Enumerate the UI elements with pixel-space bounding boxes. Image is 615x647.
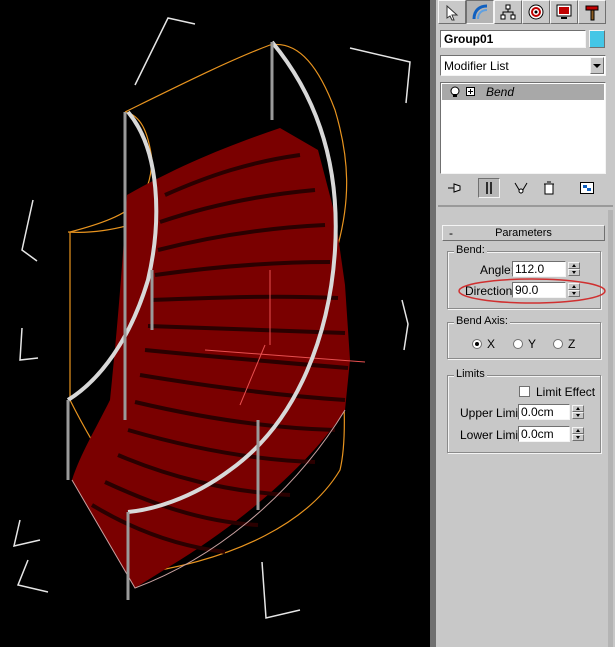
remove-modifier-button[interactable]: [538, 178, 560, 198]
spiral-staircase-scene: [12, 17, 411, 619]
limit-effect-checkbox[interactable]: [519, 386, 530, 397]
stack-item-bend[interactable]: Bend: [442, 84, 604, 100]
object-color-swatch[interactable]: [589, 30, 605, 48]
display-tab[interactable]: [550, 0, 578, 24]
end-result-icon: [486, 182, 492, 194]
limit-effect-label: Limit Effect: [536, 385, 596, 399]
angle-input[interactable]: 112.0: [512, 261, 566, 277]
make-unique-button[interactable]: [510, 178, 532, 198]
axis-x-label: X: [487, 337, 496, 351]
command-panel: Group01 Modifier List Bend - Parameters …: [436, 0, 615, 647]
command-panel-tabs: [436, 0, 615, 25]
show-end-result-button[interactable]: [478, 178, 500, 198]
bend-group-label: Bend:: [454, 244, 487, 256]
panel-scrollbar[interactable]: [608, 210, 613, 647]
axis-z-label: Z: [568, 337, 576, 351]
stack-item-label: Bend: [486, 85, 515, 99]
axis-x-radio[interactable]: [472, 339, 482, 349]
chevron-down-icon: [593, 64, 601, 68]
divider: [438, 205, 613, 207]
modifier-list-label: Modifier List: [444, 59, 509, 73]
upper-limit-input[interactable]: 0.0cm: [518, 404, 570, 420]
trash-icon: [544, 181, 554, 195]
parameters-rollout-header[interactable]: - Parameters: [442, 225, 605, 241]
upper-limit-spinner[interactable]: [572, 405, 584, 419]
configure-modifier-sets-button[interactable]: [576, 178, 598, 198]
utilities-tab[interactable]: [578, 0, 606, 24]
lower-limit-input[interactable]: 0.0cm: [518, 426, 570, 442]
create-tab[interactable]: [438, 0, 466, 24]
lower-limit-label: Lower Limit:: [460, 428, 525, 442]
motion-tab[interactable]: [522, 0, 550, 24]
lightbulb-icon[interactable]: [449, 86, 461, 98]
modifier-stack[interactable]: Bend: [440, 82, 606, 174]
axis-z-radio[interactable]: [553, 339, 563, 349]
pin-stack-button[interactable]: [444, 178, 466, 198]
hierarchy-icon: [500, 4, 516, 20]
limits-group-label: Limits: [454, 368, 487, 380]
modify-tab[interactable]: [466, 0, 494, 24]
expand-plus-icon[interactable]: [466, 87, 475, 96]
modifier-list-dropdown[interactable]: Modifier List: [440, 55, 606, 76]
bend-axis-group: Bend Axis:: [447, 315, 601, 359]
axis-y-label: Y: [528, 337, 537, 351]
modify-icon: [472, 4, 488, 20]
rollout-title: Parameters: [495, 227, 552, 239]
hierarchy-tab[interactable]: [494, 0, 522, 24]
angle-label: Angle:: [480, 263, 515, 277]
viewport-perspective[interactable]: [0, 0, 430, 647]
pin-icon: [448, 183, 461, 193]
create-icon: [446, 4, 459, 21]
make-unique-icon: [514, 182, 528, 194]
axis-y-radio[interactable]: [513, 339, 523, 349]
angle-spinner[interactable]: [568, 262, 580, 276]
object-name-field[interactable]: Group01: [440, 30, 586, 48]
motion-icon: [528, 4, 544, 20]
modifier-list-arrow[interactable]: [590, 57, 604, 74]
display-icon: [556, 4, 572, 19]
hammer-icon: [585, 5, 599, 21]
highlight-ellipse: [458, 278, 606, 304]
configure-icon: [580, 182, 594, 194]
bend-axis-group-label: Bend Axis:: [454, 315, 510, 327]
upper-limit-label: Upper Limit:: [460, 406, 525, 420]
lower-limit-spinner[interactable]: [572, 427, 584, 441]
